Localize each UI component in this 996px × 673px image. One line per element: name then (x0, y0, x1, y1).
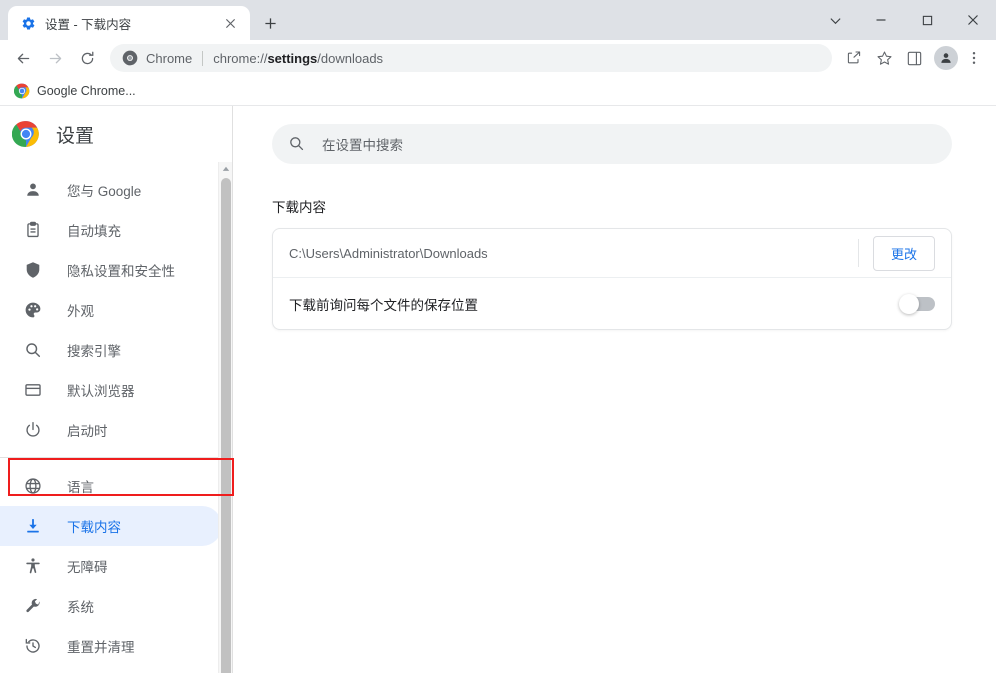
gear-icon (20, 15, 36, 31)
sidebar-item-label: 重置并清理 (67, 640, 135, 655)
sidebar-item-label: 下载内容 (67, 520, 121, 535)
chrome-icon (122, 50, 138, 66)
sidebar-item-default-browser[interactable]: 默认浏览器 (0, 370, 222, 410)
bookmark-label: Google Chrome... (37, 83, 136, 98)
sidebar-item-downloads[interactable]: 下载内容 (0, 506, 222, 546)
sidebar-item-system[interactable]: 系统 (0, 586, 222, 626)
restore-icon (23, 636, 43, 656)
palette-icon (23, 300, 43, 320)
downloads-settings-card: C:\Users\Administrator\Downloads 更改 下载前询… (272, 228, 952, 330)
address-bar[interactable]: Chrome chrome://settings/downloads (110, 44, 832, 72)
close-icon[interactable] (220, 13, 240, 33)
search-placeholder: 在设置中搜索 (322, 138, 403, 153)
ask-where-to-save-label: 下载前询问每个文件的保存位置 (289, 297, 478, 313)
more-menu-icon[interactable] (960, 44, 988, 72)
clipboard-icon (23, 220, 43, 240)
sidebar-item-on-startup[interactable]: 启动时 (0, 410, 222, 450)
site-label: Chrome (146, 50, 193, 66)
sidebar-item-search-engine[interactable]: 搜索引擎 (0, 330, 222, 370)
browser-window: 设置 - 下载内容 Chrome chrome://settings/downl… (0, 0, 996, 673)
reload-button[interactable] (72, 43, 102, 73)
download-icon (23, 516, 43, 536)
sidebar-item-label: 默认浏览器 (67, 384, 135, 399)
sidebar-item-languages[interactable]: 语言 (0, 466, 222, 506)
sidebar-item-label: 外观 (67, 304, 94, 319)
tab-settings[interactable]: 设置 - 下载内容 (8, 6, 250, 40)
maximize-button[interactable] (904, 4, 950, 36)
sidebar-item-appearance[interactable]: 外观 (0, 290, 222, 330)
tab-strip: 设置 - 下载内容 (0, 0, 284, 40)
chrome-icon (13, 83, 30, 99)
sidebar-item-label: 语言 (67, 480, 94, 495)
settings-header: 设置 (0, 106, 232, 162)
chevron-down-icon[interactable] (812, 4, 858, 36)
ask-where-to-save-toggle[interactable] (899, 293, 935, 314)
sidebar-scrollbar[interactable] (218, 162, 232, 673)
sidebar-item-you-and-google[interactable]: 您与 Google (0, 170, 222, 210)
bookmark-item[interactable]: Google Chrome... (10, 80, 144, 102)
sidebar-item-autofill[interactable]: 自动填充 (0, 210, 222, 250)
sidebar-item-label: 隐私设置和安全性 (67, 264, 175, 279)
back-button[interactable] (8, 43, 38, 73)
row-divider (857, 239, 859, 267)
omnibox-divider (202, 50, 204, 66)
download-location-row: C:\Users\Administrator\Downloads 更改 (273, 229, 951, 277)
scroll-up-icon[interactable] (219, 162, 232, 176)
sidebar-item-label: 搜索引擎 (67, 344, 121, 359)
settings-sidebar: 您与 Google 自动填充 隐私设置和安全性 外观 搜索引擎 默认浏览器 启动… (0, 162, 232, 673)
wrench-icon (23, 596, 43, 616)
download-path-value: C:\Users\Administrator\Downloads (289, 245, 488, 261)
ask-where-to-save-row[interactable]: 下载前询问每个文件的保存位置 (273, 277, 951, 329)
new-tab-button[interactable] (256, 9, 284, 37)
sidebar-item-label: 您与 Google (67, 184, 142, 199)
url-text: chrome://settings/downloads (213, 50, 384, 66)
bookmark-star-icon[interactable] (870, 44, 898, 72)
share-icon[interactable] (840, 44, 868, 72)
toggle-knob (899, 293, 919, 314)
chrome-logo (11, 120, 40, 148)
browser-toolbar: Chrome chrome://settings/downloads (0, 40, 996, 76)
change-location-button[interactable]: 更改 (872, 235, 935, 271)
sidebar-item-label: 无障碍 (67, 560, 108, 575)
tab-title: 设置 - 下载内容 (45, 17, 132, 32)
shield-icon (23, 260, 43, 280)
window-controls (812, 0, 996, 40)
sidebar-item-label: 自动填充 (67, 224, 121, 239)
search-icon (23, 340, 43, 360)
sidebar-item-accessibility[interactable]: 无障碍 (0, 546, 222, 586)
search-area: 在设置中搜索 (233, 106, 996, 164)
sidebar-item-label: 启动时 (67, 424, 108, 439)
settings-page: 设置 您与 Google 自动填充 隐私设置和安全性 外观 搜索引擎 默认浏览器… (0, 106, 996, 673)
settings-left-column: 设置 您与 Google 自动填充 隐私设置和安全性 外观 搜索引擎 默认浏览器… (0, 106, 232, 673)
accessibility-icon (23, 556, 43, 576)
person-icon (23, 180, 43, 200)
power-icon (23, 420, 43, 440)
bookmarks-bar: Google Chrome... (0, 76, 996, 106)
side-panel-icon[interactable] (900, 44, 928, 72)
page-title: 设置 (56, 125, 95, 147)
section-title: 下载内容 (272, 200, 326, 215)
sidebar-item-reset-cleanup[interactable]: 重置并清理 (0, 626, 222, 666)
title-bar: 设置 - 下载内容 (0, 0, 996, 40)
search-input[interactable]: 在设置中搜索 (272, 124, 952, 164)
close-button[interactable] (950, 4, 996, 36)
browser-window-icon (23, 380, 43, 400)
search-icon (288, 135, 306, 153)
profile-avatar[interactable] (934, 46, 958, 70)
sidebar-item-label: 系统 (67, 600, 94, 615)
scrollbar-thumb[interactable] (221, 178, 231, 673)
globe-icon (23, 476, 43, 496)
settings-content: 在设置中搜索 下载内容 C:\Users\Administrator\Downl… (233, 106, 996, 673)
minimize-button[interactable] (858, 4, 904, 36)
sidebar-item-privacy-security[interactable]: 隐私设置和安全性 (0, 250, 222, 290)
forward-button[interactable] (40, 43, 70, 73)
sidebar-divider (0, 457, 232, 458)
